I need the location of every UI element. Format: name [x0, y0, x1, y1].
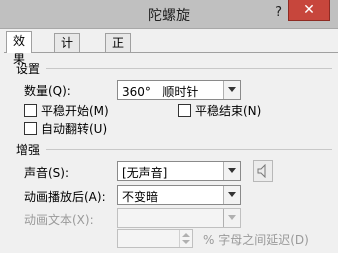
letter-delay-spinner[interactable]: [117, 229, 193, 248]
chevron-down-icon: [223, 162, 240, 180]
smooth-end-label: 平稳结束(N): [195, 104, 262, 118]
title-bar: 陀螺旋 ? ✕: [0, 0, 338, 29]
sound-dropdown[interactable]: [无声音]: [117, 161, 241, 181]
tab-label: 效果: [13, 34, 26, 66]
enhancements-heading: 增强: [16, 143, 41, 157]
sound-label: 声音(S):: [24, 166, 70, 180]
letter-delay-label: % 字母之间延迟(D): [203, 233, 309, 247]
close-button[interactable]: ✕: [288, 0, 330, 21]
chevron-down-icon: [223, 209, 240, 227]
chevron-down-icon: [223, 81, 240, 99]
help-button[interactable]: ?: [275, 5, 282, 20]
spinner-up-icon: [182, 233, 190, 237]
after-animation-label: 动画播放后(A):: [24, 190, 106, 204]
close-icon: ✕: [303, 2, 315, 18]
tab-effect[interactable]: 效果: [6, 31, 33, 66]
amount-label: 数量(Q):: [24, 84, 71, 98]
tab-text-animation[interactable]: 正文文本动画: [105, 33, 132, 140]
tab-timing[interactable]: 计时: [54, 33, 81, 68]
settings-divider: [46, 68, 332, 69]
animate-text-dropdown[interactable]: [117, 208, 241, 228]
checkbox-box: [24, 104, 37, 117]
amount-dropdown[interactable]: 360° 顺时针: [117, 80, 241, 100]
auto-reverse-checkbox[interactable]: 自动翻转(U): [24, 120, 107, 137]
sound-volume-button[interactable]: [253, 160, 273, 182]
smooth-end-checkbox[interactable]: 平稳结束(N): [178, 102, 261, 119]
speaker-icon: [257, 164, 266, 178]
chevron-down-icon: [223, 186, 240, 204]
enhancements-divider: [46, 149, 332, 150]
checkbox-box: [24, 122, 37, 135]
smooth-start-checkbox[interactable]: 平稳开始(M): [24, 102, 109, 119]
spinner-buttons[interactable]: [179, 230, 192, 247]
checkbox-box: [178, 104, 191, 117]
amount-value: 360° 顺时针: [122, 85, 199, 99]
smooth-start-label: 平稳开始(M): [41, 104, 109, 118]
sound-value: [无声音]: [122, 166, 168, 180]
after-animation-value: 不变暗: [122, 190, 159, 204]
auto-reverse-label: 自动翻转(U): [41, 122, 108, 136]
spinner-down-icon: [182, 240, 190, 244]
animate-text-label: 动画文本(X):: [24, 213, 94, 227]
after-animation-dropdown[interactable]: 不变暗: [117, 185, 241, 205]
